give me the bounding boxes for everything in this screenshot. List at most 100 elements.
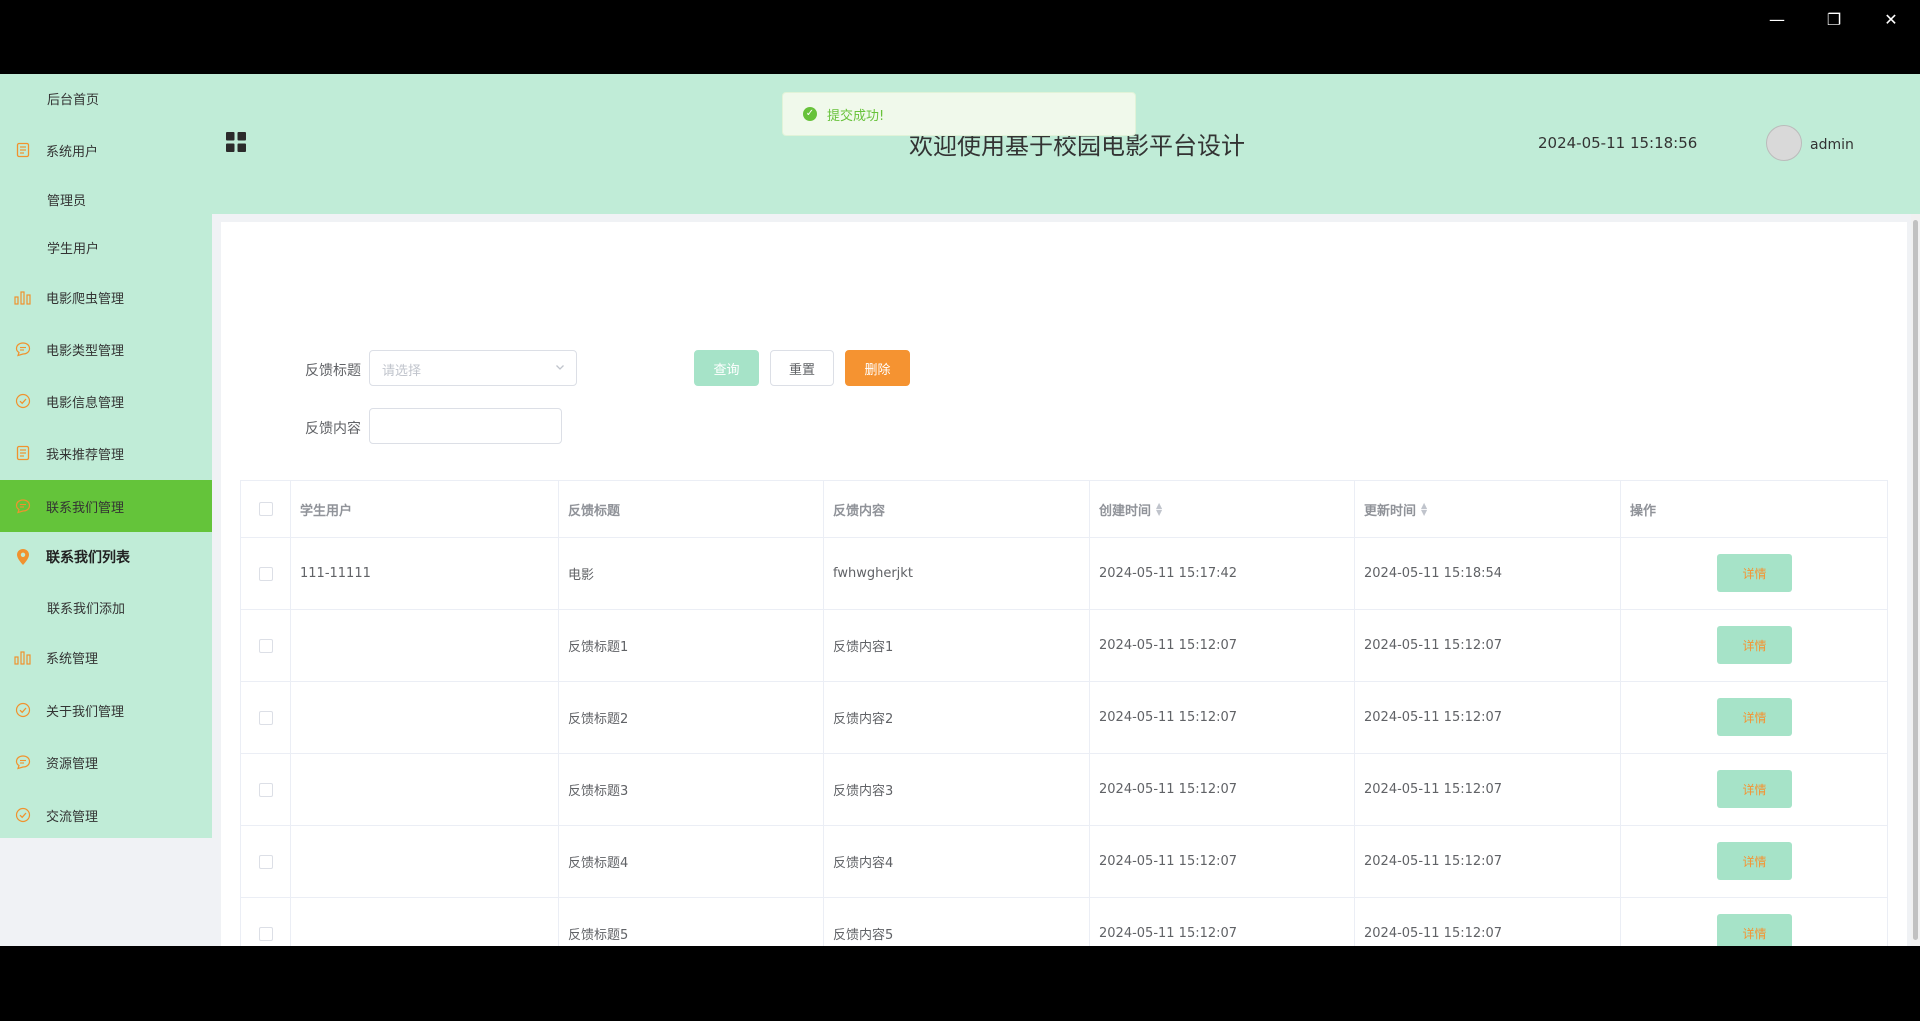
check-circle-icon [14,392,32,410]
chevron-down-icon [554,361,566,373]
sidebar-item-label: 系统管理 [46,651,99,667]
detail-button[interactable]: 详情 [1717,626,1792,664]
cell-updated: 2024-05-11 15:18:54 [1355,538,1621,609]
sidebar-item-label: 关于我们管理 [46,704,125,720]
row-select-cell [241,538,291,609]
cell-content: 反馈内容2 [824,682,1090,753]
row-checkbox[interactable] [258,782,273,797]
cell-title: 电影 [559,538,824,609]
sidebar-item-label: 电影爬虫管理 [46,291,125,307]
cell-user [291,682,559,753]
menu-grid-icon[interactable] [226,132,246,152]
feedback-content-input[interactable] [369,408,562,444]
sidebar-item-student-users[interactable]: 学生用户 [0,222,212,272]
row-checkbox[interactable] [258,926,273,941]
sidebar-item-contact-add[interactable]: 联系我们添加 [0,582,212,632]
sidebar-item-about-us[interactable]: 关于我们管理 [0,685,212,735]
minimize-button[interactable]: — [1754,6,1800,34]
cell-content: 反馈内容4 [824,826,1090,897]
sidebar-item-label: 联系我们列表 [46,550,130,566]
feedback-title-select[interactable]: 请选择 [369,350,577,386]
cell-actions: 详情 [1621,610,1888,681]
sidebar-item-communication[interactable]: 交流管理 [0,790,212,840]
table-row: 反馈标题5 反馈内容5 2024-05-11 15:12:07 2024-05-11 … [241,898,1888,946]
select-all-cell [241,481,291,537]
sidebar-item-home[interactable]: 后台首页 [0,74,212,122]
feedback-title-label: 反馈标题 [305,363,361,379]
sidebar-item-label: 管理员 [47,193,87,209]
detail-button[interactable]: 详情 [1717,698,1792,736]
row-checkbox[interactable] [258,566,273,581]
chat-icon [14,753,32,771]
detail-button[interactable]: 详情 [1717,554,1792,592]
avatar[interactable] [1766,125,1802,161]
document-icon [14,444,32,462]
sidebar-item-movie-types[interactable]: 电影类型管理 [0,324,212,374]
header-clock: 2024-05-11 15:18:56 [1538,134,1698,152]
cell-actions: 详情 [1621,538,1888,609]
sidebar-item-system-users[interactable]: 系统用户 [0,125,212,175]
bar-chart-icon [14,288,32,306]
row-checkbox[interactable] [258,854,273,869]
cell-actions: 详情 [1621,754,1888,825]
select-all-checkbox[interactable] [258,502,273,516]
window-titlebar: — ❐ ✕ [0,0,1920,74]
app-area: 后台首页 系统用户 管理员 学生用户 电影爬虫管理 电影类型管理 电影信息管理 … [0,74,1920,946]
row-select-cell [241,610,291,681]
sidebar-item-admin[interactable]: 管理员 [0,174,212,224]
sidebar-item-label: 联系我们添加 [47,601,126,617]
delete-button[interactable]: 删除 [845,350,910,386]
detail-button[interactable]: 详情 [1717,914,1792,946]
column-header-sortable[interactable]: 创建时间 ▲ ▼ [1090,481,1355,537]
cell-title: 反馈标题1 [559,610,824,681]
select-placeholder: 请选择 [382,364,422,379]
column-header-sortable[interactable]: 更新时间 ▲ ▼ [1355,481,1621,537]
sidebar-item-contact-list[interactable]: 联系我们列表 [0,532,212,582]
cell-created: 2024-05-11 15:12:07 [1090,754,1355,825]
column-header: 反馈标题 [559,481,824,537]
reset-button[interactable]: 重置 [770,350,834,386]
cell-title: 反馈标题2 [559,682,824,753]
table-header-row: 学生用户 反馈标题 反馈内容 创建时间 ▲ ▼ 更新时间 ▲ ▼ 操作 [241,481,1888,538]
sidebar-menu: 后台首页 系统用户 管理员 学生用户 电影爬虫管理 电影类型管理 电影信息管理 … [0,74,212,838]
sort-caret-icon[interactable]: ▲ ▼ [1156,502,1162,517]
check-icon: ✓ [803,107,817,121]
sidebar-item-movie-crawler[interactable]: 电影爬虫管理 [0,272,212,322]
username[interactable]: admin [1810,137,1854,153]
check-circle-icon [14,701,32,719]
scrollbar-thumb[interactable] [1913,220,1918,940]
table-row: 反馈标题4 反馈内容4 2024-05-11 15:12:07 2024-05-11 … [241,826,1888,898]
maximize-button[interactable]: ❐ [1811,6,1857,34]
row-select-cell [241,682,291,753]
row-checkbox[interactable] [258,638,273,653]
sidebar-item-contact-us[interactable]: 联系我们管理 [0,480,212,532]
cell-user [291,898,559,946]
cell-title: 反馈标题3 [559,754,824,825]
sidebar-item-label: 联系我们管理 [46,500,125,516]
sidebar-item-recommend[interactable]: 我来推荐管理 [0,428,212,478]
sidebar-item-movie-info[interactable]: 电影信息管理 [0,376,212,426]
detail-button[interactable]: 详情 [1717,842,1792,880]
sidebar-item-label: 电影类型管理 [46,343,125,359]
sidebar-item-system-manage[interactable]: 系统管理 [0,632,212,682]
table-row: 111-11111 电影 fwhwgherjkt 2024-05-11 15:17:4… [241,538,1888,610]
cell-created: 2024-05-11 15:12:07 [1090,898,1355,946]
cell-created: 2024-05-11 15:12:07 [1090,826,1355,897]
cell-user: 111-11111 [291,538,559,609]
chat-icon [14,340,32,358]
close-button[interactable]: ✕ [1868,6,1914,34]
taskbar [0,946,1920,1021]
cell-actions: 详情 [1621,898,1888,946]
sidebar-item-label: 后台首页 [47,92,100,108]
cell-created: 2024-05-11 15:17:42 [1090,538,1355,609]
cell-user [291,826,559,897]
chat-icon [14,497,32,515]
query-button[interactable]: 查询 [694,350,759,386]
sort-caret-icon[interactable]: ▲ ▼ [1421,502,1427,517]
cell-updated: 2024-05-11 15:12:07 [1355,754,1621,825]
sidebar-item-label: 我来推荐管理 [46,447,125,463]
main-scrollbar[interactable] [1911,214,1920,946]
detail-button[interactable]: 详情 [1717,770,1792,808]
row-checkbox[interactable] [258,710,273,725]
sidebar-item-resources[interactable]: 资源管理 [0,737,212,787]
